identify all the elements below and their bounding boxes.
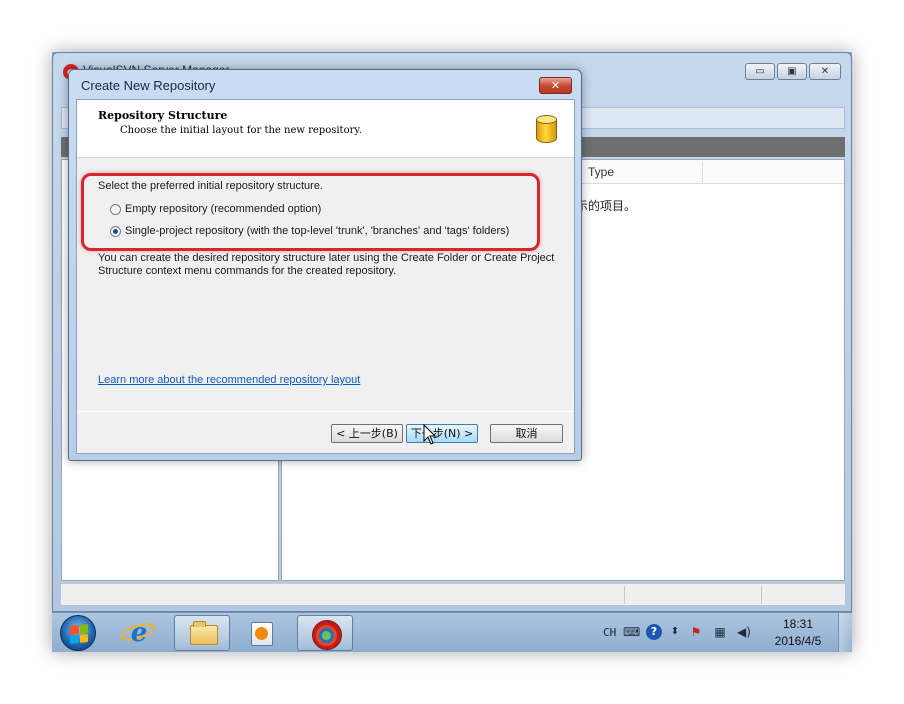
column-separator[interactable] <box>702 162 703 182</box>
button-divider <box>77 411 574 412</box>
create-repository-dialog: Create New Repository ✕ Repository Struc… <box>68 69 582 461</box>
empty-repository-label: Empty repository (recommended option) <box>125 203 322 215</box>
database-icon <box>536 115 557 145</box>
dialog-close-button[interactable]: ✕ <box>539 77 572 94</box>
dialog-title: Create New Repository <box>81 78 216 93</box>
clock-time: 18:31 <box>782 617 814 631</box>
empty-list-message: 示的项目。 <box>576 199 637 213</box>
media-player-icon <box>251 622 273 646</box>
help-icon[interactable]: ? <box>646 624 662 640</box>
dialog-body: Repository Structure Choose the initial … <box>76 99 575 454</box>
single-project-label: Single-project repository (with the top-… <box>125 225 510 237</box>
window-controls: ▭ ▣ ✕ <box>745 63 841 80</box>
show-desktop-button[interactable] <box>838 613 852 652</box>
single-project-option[interactable]: Single-project repository (with the top-… <box>110 225 509 237</box>
system-clock[interactable]: 18:31 2016/4/5 <box>768 616 828 650</box>
volume-icon[interactable]: ◀) <box>736 624 752 640</box>
wizard-header: Repository Structure Choose the initial … <box>77 100 574 158</box>
action-center-flag-icon[interactable]: ⚑ <box>688 624 704 640</box>
taskbar-visualsvn-button[interactable] <box>297 615 353 651</box>
clock-date: 2016/4/5 <box>774 634 822 648</box>
file-explorer-icon <box>190 621 218 645</box>
learn-more-link[interactable]: Learn more about the recommended reposit… <box>98 374 360 386</box>
taskbar-ie-button[interactable]: e <box>112 615 168 651</box>
structure-prompt: Select the preferred initial repository … <box>98 180 323 192</box>
status-separator <box>624 586 625 604</box>
close-button[interactable]: ✕ <box>809 63 841 80</box>
status-bar <box>61 583 845 605</box>
column-type-header[interactable]: Type <box>588 165 614 179</box>
language-indicator[interactable]: CH <box>603 626 616 639</box>
wizard-step-title: Repository Structure <box>98 109 228 122</box>
desktop: VisualSVN Server Manager ▭ ▣ ✕ Type 示的项目… <box>52 52 852 652</box>
minimize-button[interactable]: ▭ <box>745 63 775 80</box>
visualsvn-icon <box>312 620 342 650</box>
mouse-cursor-icon <box>423 424 437 445</box>
empty-repository-option[interactable]: Empty repository (recommended option) <box>110 203 321 215</box>
taskbar-media-button[interactable] <box>234 615 290 651</box>
cancel-button[interactable]: 取消 <box>490 424 563 443</box>
network-icon[interactable]: ▦ <box>712 624 728 640</box>
wizard-step-subtitle: Choose the initial layout for the new re… <box>120 125 362 136</box>
next-button[interactable]: 下一步(N) > <box>406 424 478 443</box>
radio-button-icon[interactable] <box>110 203 121 215</box>
status-separator <box>761 586 762 604</box>
windows-start-icon[interactable] <box>60 615 96 651</box>
radio-button-selected-icon[interactable] <box>110 225 121 237</box>
taskbar: e CH ⌨ ? ⬍ ⚑ ▦ ◀) 18:31 2016/4/5 <box>52 612 852 652</box>
internet-explorer-icon: e <box>130 618 148 648</box>
maximize-button[interactable]: ▣ <box>777 63 807 80</box>
keyboard-icon[interactable]: ⌨ <box>623 624 640 640</box>
back-button[interactable]: < 上一步(B) <box>331 424 403 443</box>
taskbar-explorer-button[interactable] <box>174 615 230 651</box>
structure-hint: You can create the desired repository st… <box>98 252 555 277</box>
ime-settings-icon[interactable]: ⬍ <box>667 624 683 640</box>
